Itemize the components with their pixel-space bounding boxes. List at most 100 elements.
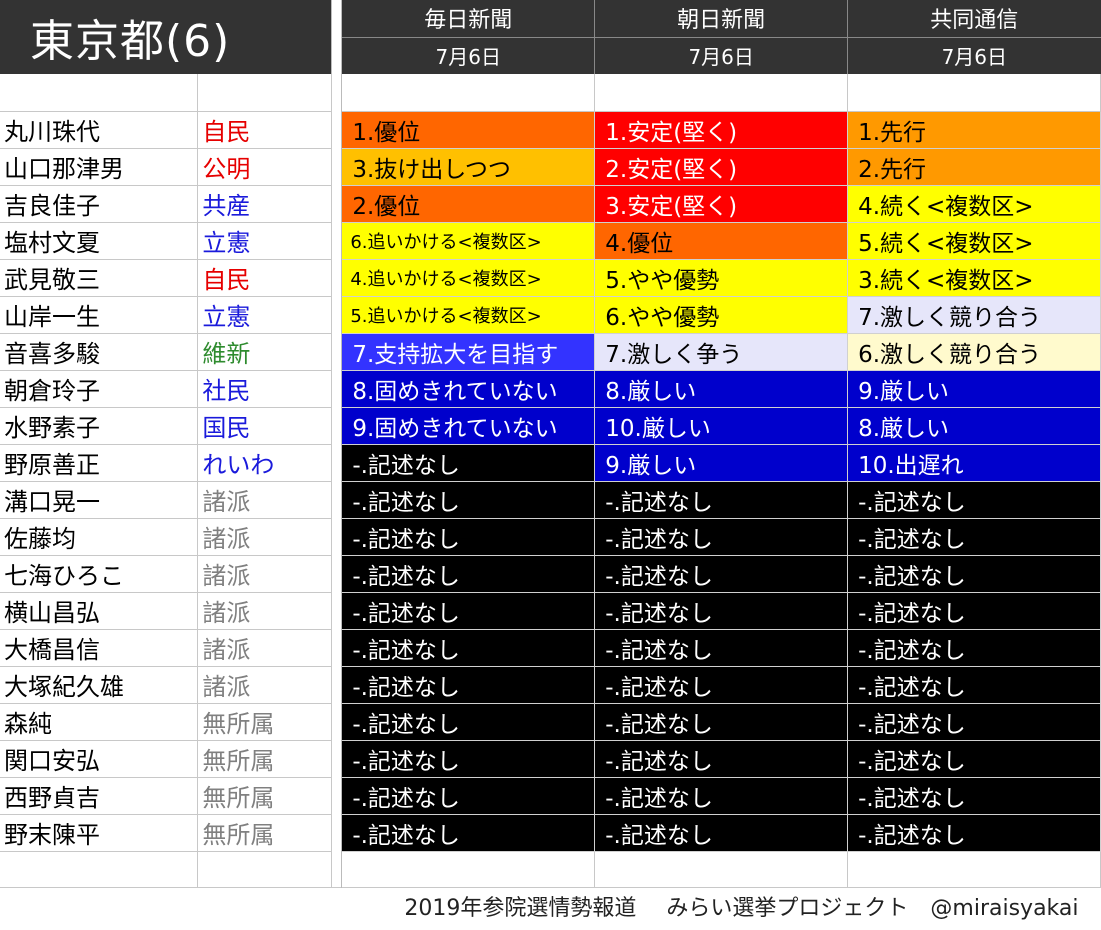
candidate-name[interactable]: 七海ひろこ [0,555,199,593]
candidate-party[interactable]: 無所属 [197,740,333,778]
rating-cell-mainichi[interactable]: -.記述なし [341,444,596,482]
candidate-party[interactable]: 無所属 [197,814,333,852]
rating-cell-mainichi[interactable]: -.記述なし [341,703,596,741]
rating-cell-asahi[interactable]: 3.安定(堅く) [594,185,849,223]
candidate-party[interactable]: れいわ [197,444,333,482]
rating-cell-mainichi[interactable]: -.記述なし [341,777,596,815]
rating-cell-asahi[interactable]: -.記述なし [594,666,849,704]
footer-handle[interactable]: @miraisyakai [930,896,1078,921]
candidate-name[interactable]: 佐藤均 [0,518,199,556]
paper-name-mainichi[interactable]: 毎日新聞 [341,0,595,38]
rating-cell-mainichi[interactable]: -.記述なし [341,666,596,704]
candidate-name[interactable]: 山岸一生 [0,296,199,334]
rating-cell-kyodo[interactable]: -.記述なし [847,555,1101,593]
candidate-party[interactable]: 立憲 [197,222,333,260]
candidate-name[interactable]: 大橋昌信 [0,629,199,667]
empty-cell[interactable] [341,851,596,888]
candidate-party[interactable]: 自民 [197,259,333,297]
rating-cell-mainichi[interactable]: 6.追いかける<複数区> [341,222,596,260]
paper-name-kyodo[interactable]: 共同通信 [847,0,1101,38]
empty-cell[interactable] [847,851,1101,888]
candidate-name[interactable]: 森純 [0,703,199,741]
rating-cell-mainichi[interactable]: -.記述なし [341,518,596,556]
candidate-party[interactable]: 社民 [197,370,333,408]
rating-cell-asahi[interactable]: 6.やや優勢 [594,296,849,334]
paper-date-kyodo[interactable]: 7月6日 [847,37,1101,74]
rating-cell-asahi[interactable]: 7.激しく争う [594,333,849,371]
candidate-name[interactable]: 西野貞吉 [0,777,199,815]
candidate-name[interactable]: 塩村文夏 [0,222,199,260]
candidate-name[interactable]: 武見敬三 [0,259,199,297]
candidate-party[interactable]: 諸派 [197,629,333,667]
candidate-party[interactable]: 自民 [197,111,333,149]
rating-cell-mainichi[interactable]: 4.追いかける<複数区> [341,259,596,297]
rating-cell-asahi[interactable]: 8.厳しい [594,370,849,408]
rating-cell-asahi[interactable]: -.記述なし [594,703,849,741]
empty-cell[interactable] [594,74,849,112]
rating-cell-mainichi[interactable]: -.記述なし [341,555,596,593]
rating-cell-mainichi[interactable]: -.記述なし [341,740,596,778]
candidate-name[interactable]: 溝口晃一 [0,481,199,519]
rating-cell-mainichi[interactable]: 1.優位 [341,111,596,149]
candidate-party[interactable]: 共産 [197,185,333,223]
rating-cell-mainichi[interactable]: 9.固めきれていない [341,407,596,445]
rating-cell-mainichi[interactable]: 8.固めきれていない [341,370,596,408]
paper-date-asahi[interactable]: 7月6日 [594,37,848,74]
rating-cell-kyodo[interactable]: -.記述なし [847,518,1101,556]
candidate-name[interactable]: 大塚紀久雄 [0,666,199,704]
candidate-name[interactable]: 山口那津男 [0,148,199,186]
rating-cell-kyodo[interactable]: -.記述なし [847,814,1101,852]
rating-cell-kyodo[interactable]: 4.続く<複数区> [847,185,1101,223]
rating-cell-asahi[interactable]: -.記述なし [594,481,849,519]
candidate-party[interactable]: 諸派 [197,666,333,704]
candidate-party[interactable]: 維新 [197,333,333,371]
empty-cell[interactable] [197,851,333,888]
empty-cell[interactable] [594,851,849,888]
candidate-name[interactable]: 音喜多駿 [0,333,199,371]
rating-cell-asahi[interactable]: -.記述なし [594,777,849,815]
rating-cell-kyodo[interactable]: 9.厳しい [847,370,1101,408]
candidate-name[interactable]: 吉良佳子 [0,185,199,223]
rating-cell-kyodo[interactable]: 2.先行 [847,148,1101,186]
empty-cell[interactable] [847,74,1101,112]
rating-cell-asahi[interactable]: 4.優位 [594,222,849,260]
rating-cell-asahi[interactable]: 2.安定(堅く) [594,148,849,186]
rating-cell-mainichi[interactable]: -.記述なし [341,592,596,630]
candidate-name[interactable]: 関口安弘 [0,740,199,778]
candidate-party[interactable]: 諸派 [197,481,333,519]
rating-cell-asahi[interactable]: -.記述なし [594,740,849,778]
candidate-name[interactable]: 丸川珠代 [0,111,199,149]
candidate-party[interactable]: 国民 [197,407,333,445]
rating-cell-kyodo[interactable]: -.記述なし [847,740,1101,778]
rating-cell-asahi[interactable]: -.記述なし [594,555,849,593]
rating-cell-mainichi[interactable]: 3.抜け出しつつ [341,148,596,186]
candidate-name[interactable]: 野末陳平 [0,814,199,852]
candidate-party[interactable]: 立憲 [197,296,333,334]
rating-cell-kyodo[interactable]: 5.続く<複数区> [847,222,1101,260]
rating-cell-asahi[interactable]: -.記述なし [594,629,849,667]
candidate-party[interactable]: 諸派 [197,592,333,630]
rating-cell-kyodo[interactable]: 1.先行 [847,111,1101,149]
rating-cell-kyodo[interactable]: 7.激しく競り合う [847,296,1101,334]
rating-cell-kyodo[interactable]: -.記述なし [847,629,1101,667]
candidate-name[interactable]: 横山昌弘 [0,592,199,630]
empty-cell[interactable] [0,74,199,112]
rating-cell-asahi[interactable]: 9.厳しい [594,444,849,482]
rating-cell-mainichi[interactable]: 2.優位 [341,185,596,223]
rating-cell-asahi[interactable]: 1.安定(堅く) [594,111,849,149]
candidate-party[interactable]: 諸派 [197,518,333,556]
candidate-party[interactable]: 無所属 [197,703,333,741]
empty-cell[interactable] [341,74,596,112]
candidate-name[interactable]: 野原善正 [0,444,199,482]
rating-cell-mainichi[interactable]: -.記述なし [341,629,596,667]
rating-cell-kyodo[interactable]: 3.続く<複数区> [847,259,1101,297]
candidate-party[interactable]: 諸派 [197,555,333,593]
rating-cell-kyodo[interactable]: -.記述なし [847,666,1101,704]
candidate-name[interactable]: 朝倉玲子 [0,370,199,408]
rating-cell-kyodo[interactable]: -.記述なし [847,777,1101,815]
rating-cell-mainichi[interactable]: -.記述なし [341,814,596,852]
rating-cell-asahi[interactable]: 10.厳しい [594,407,849,445]
candidate-party[interactable]: 公明 [197,148,333,186]
rating-cell-kyodo[interactable]: 6.激しく競り合う [847,333,1101,371]
rating-cell-kyodo[interactable]: -.記述なし [847,592,1101,630]
